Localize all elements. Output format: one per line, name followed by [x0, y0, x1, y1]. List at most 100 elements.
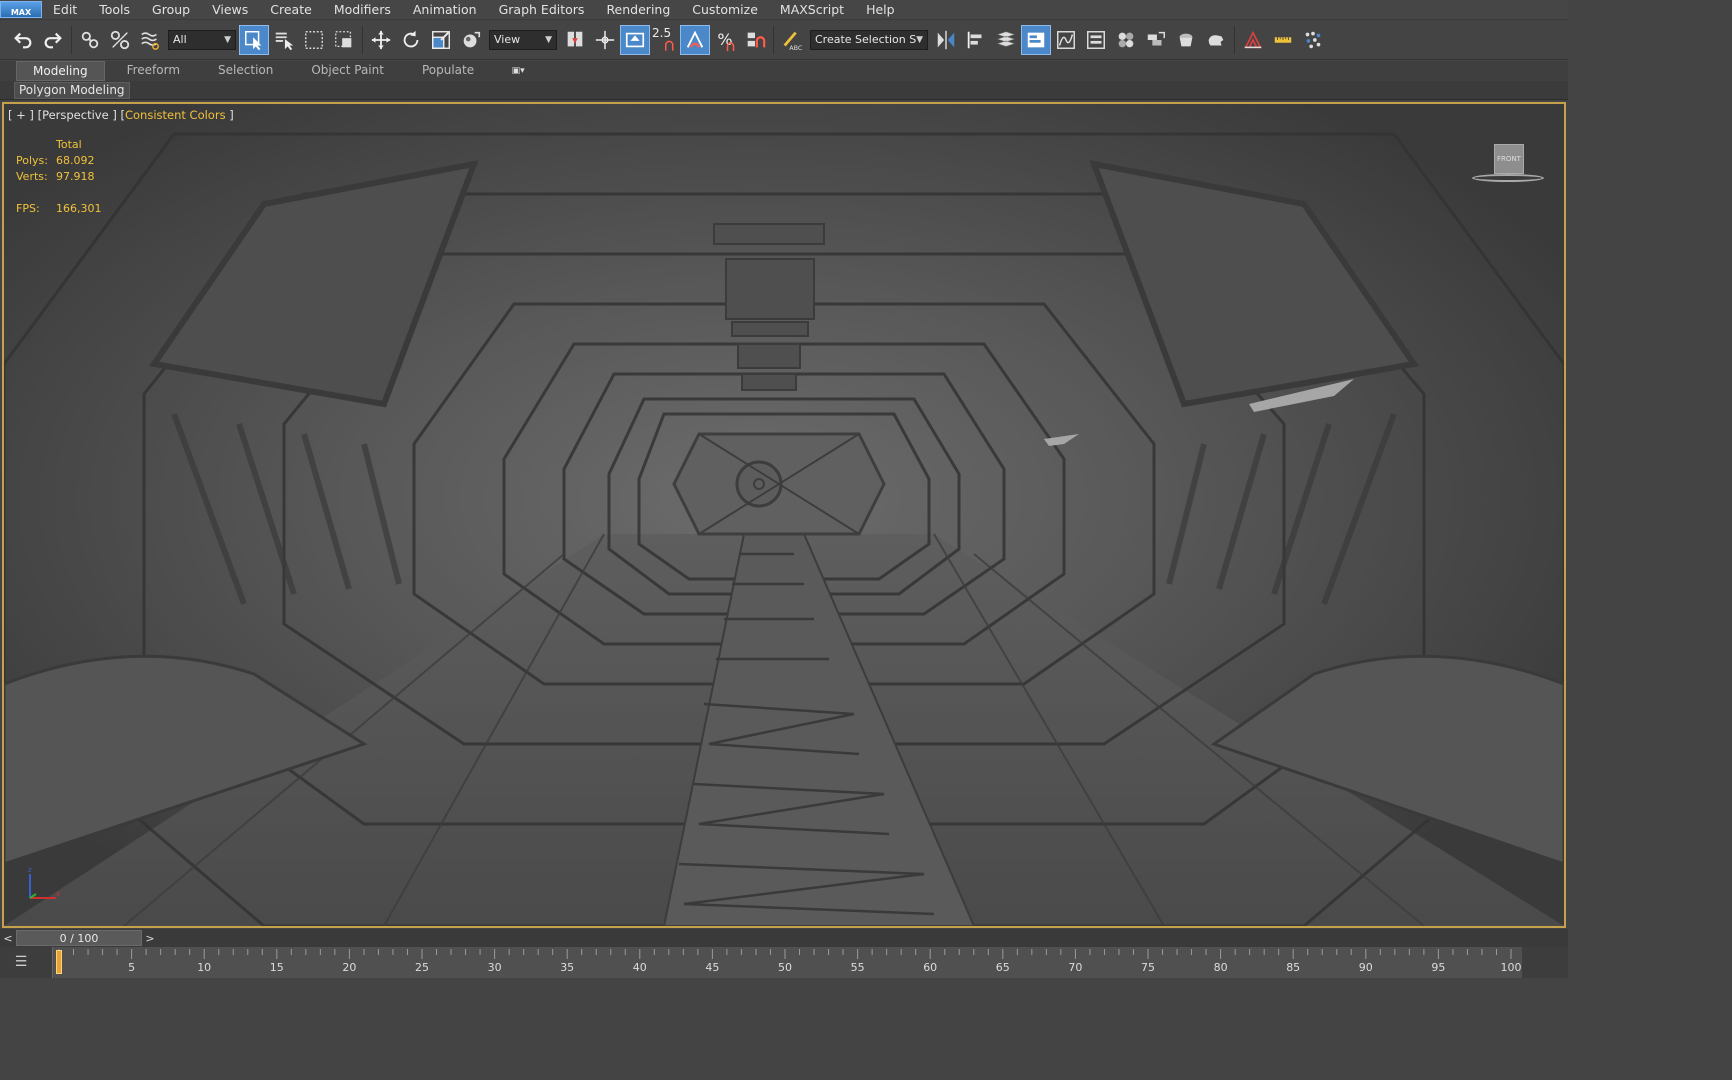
- render-setup-icon[interactable]: [1141, 25, 1171, 55]
- track-tick-label: 25: [415, 961, 429, 974]
- redo-icon[interactable]: [38, 25, 68, 55]
- select-object-icon[interactable]: [239, 24, 269, 55]
- open-mini-curve-editor-icon[interactable]: ☰: [10, 953, 32, 971]
- select-and-move-icon[interactable]: [366, 25, 396, 55]
- stats-polys-label: Polys:: [16, 154, 48, 167]
- menu-customize[interactable]: Customize: [681, 0, 769, 20]
- track-tick-label: 45: [705, 961, 720, 974]
- menu-views[interactable]: Views: [201, 0, 259, 20]
- track-tick-label: 75: [1141, 961, 1155, 974]
- toggle-layer-explorer-icon[interactable]: [1021, 24, 1051, 55]
- material-editor-icon[interactable]: [1111, 25, 1141, 55]
- menu-help[interactable]: Help: [855, 0, 906, 20]
- tab-populate[interactable]: Populate: [406, 61, 490, 81]
- schematic-view-icon[interactable]: [1081, 25, 1111, 55]
- menu-group[interactable]: Group: [141, 0, 201, 20]
- ribbon-toggle-icon: ▣▾: [511, 66, 525, 76]
- toggle-scene-explorer-icon[interactable]: [991, 25, 1021, 55]
- track-tick-label: 5: [128, 961, 136, 974]
- menu-modifiers[interactable]: Modifiers: [323, 0, 402, 20]
- stats-verts-value: 97.918: [56, 170, 95, 183]
- tab-selection[interactable]: Selection: [202, 61, 289, 81]
- viewport-statistics: Total Polys: 68.092 Verts: 97.918 FPS: 166,…: [16, 138, 102, 218]
- time-slider-next-button[interactable]: >: [142, 930, 158, 946]
- angle-snap-toggle-icon[interactable]: [680, 24, 710, 55]
- rectangular-selection-region-icon[interactable]: [299, 25, 329, 55]
- menu-rendering[interactable]: Rendering: [595, 0, 681, 20]
- svg-text:z: z: [28, 866, 32, 874]
- particle-view-icon[interactable]: [1298, 25, 1328, 55]
- named-selection-set-dropdown[interactable]: Create Selection Se ▼: [810, 29, 928, 50]
- tab-freeform[interactable]: Freeform: [111, 61, 196, 81]
- unlink-selection-icon[interactable]: [105, 25, 135, 55]
- measure-icon[interactable]: [1268, 25, 1298, 55]
- track-tick-label: 50: [778, 961, 792, 974]
- menu-create[interactable]: Create: [259, 0, 323, 20]
- select-by-name-icon[interactable]: [269, 25, 299, 55]
- svg-text:x: x: [56, 890, 60, 898]
- percent-snap-toggle-icon[interactable]: %: [710, 25, 740, 55]
- perspective-viewport[interactable]: [ + ] [Perspective ] [Consistent Colors …: [2, 102, 1566, 928]
- stats-polys-value: 68.092: [56, 154, 95, 167]
- axis-tripod-icon: z x: [28, 866, 60, 899]
- track-tick-label: 95: [1431, 961, 1446, 974]
- track-bar: ☰ 5 10 15 20 25 30 35 40 45 50 55 60 65 70 75 80 85 90 95 1…: [0, 947, 1568, 978]
- viewport-label[interactable]: [ + ] [Perspective ] [Consistent Colors …: [8, 108, 234, 122]
- toolbar-separator: [71, 25, 72, 54]
- app-logo-button[interactable]: MAX: [0, 1, 42, 18]
- select-and-link-icon[interactable]: [75, 25, 105, 55]
- time-slider-previous-button[interactable]: <: [0, 930, 16, 946]
- viewport-general-menu[interactable]: [ + ]: [8, 108, 34, 122]
- track-tick-label: 90: [1358, 961, 1373, 974]
- render-production-icon[interactable]: [1201, 25, 1231, 55]
- undo-icon[interactable]: [8, 25, 38, 55]
- select-and-scale-icon[interactable]: [426, 25, 456, 55]
- menu-animation[interactable]: Animation: [402, 0, 488, 20]
- svg-text:ABC: ABC: [789, 44, 803, 51]
- viewport-point-of-view-menu[interactable]: [Perspective ]: [38, 108, 117, 122]
- tab-object-paint[interactable]: Object Paint: [295, 61, 400, 81]
- reference-coordinate-value: View: [494, 33, 521, 46]
- chevron-down-icon: ▼: [224, 34, 231, 45]
- menu-edit[interactable]: Edit: [42, 0, 88, 20]
- rendered-frame-window-icon[interactable]: [1171, 25, 1201, 55]
- tab-modeling[interactable]: Modeling: [16, 61, 105, 81]
- menu-maxscript[interactable]: MAXScript: [769, 0, 855, 20]
- frame-playhead[interactable]: [56, 950, 62, 974]
- viewcube[interactable]: FRONT: [1494, 144, 1524, 174]
- reference-coordinate-dropdown[interactable]: View ▼: [489, 29, 557, 50]
- bind-to-space-warp-icon[interactable]: [135, 25, 165, 55]
- edit-named-selection-sets-icon[interactable]: ABC: [777, 25, 807, 55]
- stats-fps-value: 166,301: [56, 202, 102, 215]
- civil-view-icon[interactable]: [1238, 25, 1268, 55]
- select-and-manipulate-icon[interactable]: [590, 25, 620, 55]
- curve-editor-icon[interactable]: [1051, 25, 1081, 55]
- menu-graph-editors[interactable]: Graph Editors: [488, 0, 596, 20]
- align-icon[interactable]: [961, 25, 991, 55]
- track-tick-label: 20: [342, 961, 357, 974]
- sci-fi-corridor-render: [4, 104, 1564, 926]
- selection-set-value: Create Selection Se: [815, 33, 917, 46]
- stats-fps-label: FPS:: [16, 202, 40, 215]
- viewport-shading-menu[interactable]: Consistent Colors: [125, 108, 226, 122]
- stats-verts-label: Verts:: [16, 170, 48, 183]
- snap-label: 2.5: [652, 25, 672, 40]
- pivot-center-icon[interactable]: [560, 25, 590, 55]
- polygon-modeling-panel-button[interactable]: Polygon Modeling: [14, 82, 130, 99]
- select-and-place-icon[interactable]: [456, 25, 486, 55]
- time-slider-thumb[interactable]: 0 / 100: [16, 930, 142, 946]
- window-crossing-icon[interactable]: [329, 25, 359, 55]
- track-tick-label: 15: [269, 961, 284, 974]
- track-bar-ruler[interactable]: 5 10 15 20 25 30 35 40 45 50 55 60 65 70 75 80 85 90 95 100: [52, 947, 1522, 978]
- mirror-icon[interactable]: [931, 25, 961, 55]
- keyboard-shortcut-override-icon[interactable]: [620, 24, 650, 55]
- track-tick-label: 80: [1213, 961, 1228, 974]
- viewcube-compass-ring[interactable]: [1472, 174, 1544, 182]
- menu-tools[interactable]: Tools: [88, 0, 141, 20]
- selection-filter-dropdown[interactable]: All ▼: [168, 29, 236, 50]
- ribbon-minimize-toggle[interactable]: ▣▾: [506, 64, 530, 78]
- select-and-rotate-icon[interactable]: [396, 25, 426, 55]
- snaps-toggle-icon[interactable]: 2.5: [650, 25, 680, 55]
- track-tick-label: 10: [197, 961, 212, 974]
- spinner-snap-toggle-icon[interactable]: [740, 25, 770, 55]
